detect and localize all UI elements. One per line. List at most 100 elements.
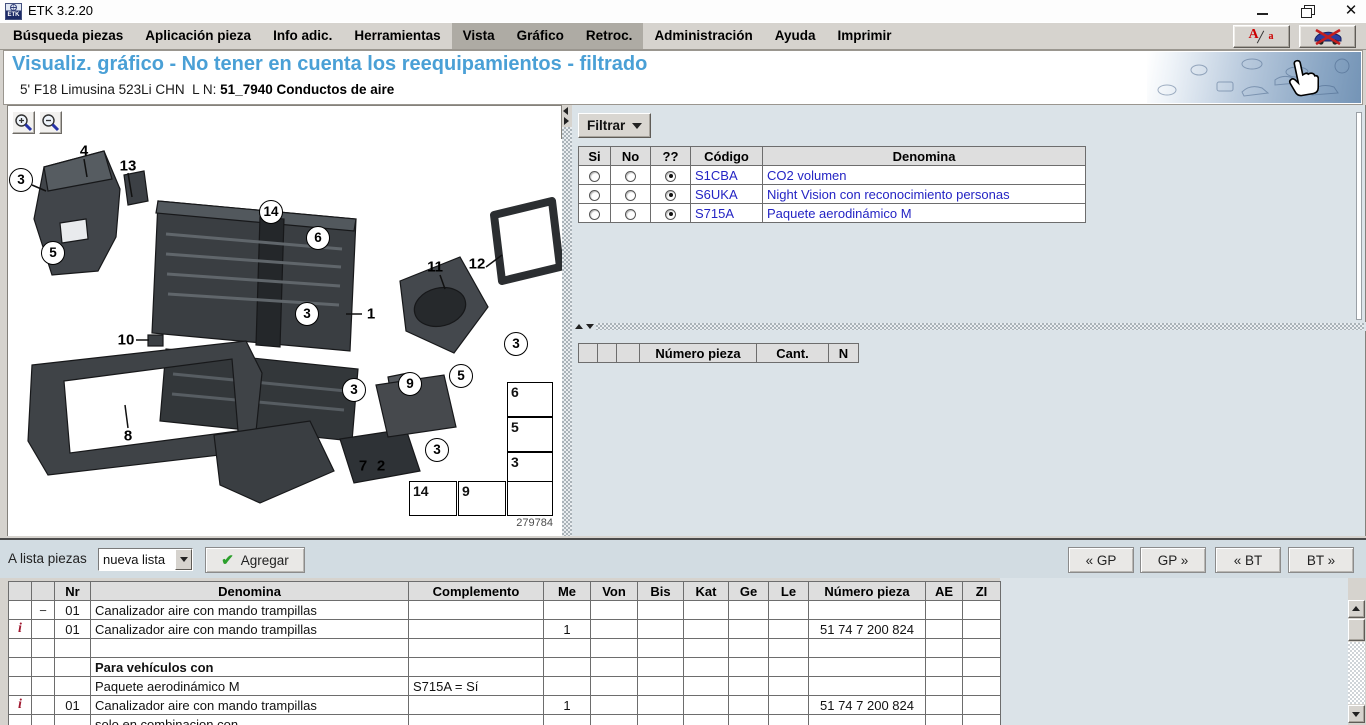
collapse-up-icon[interactable] xyxy=(574,322,585,331)
option-name[interactable]: CO2 volumen xyxy=(763,166,1086,185)
menu-item-administración[interactable]: Administración xyxy=(643,23,763,49)
radio-unknown-S6UKA[interactable] xyxy=(665,190,676,201)
fastener-box-5[interactable]: 5 xyxy=(507,417,553,452)
part-callout-3[interactable]: 3 xyxy=(425,438,449,462)
menu-item-retroc-[interactable]: Retroc. xyxy=(575,23,644,49)
menu-bar-items: Búsqueda piezasAplicación piezaInfo adic… xyxy=(2,23,902,49)
part-callout-5[interactable]: 5 xyxy=(449,364,473,388)
radio-no-S715A[interactable] xyxy=(625,209,636,220)
option-code[interactable]: S1CBA xyxy=(691,166,763,185)
parts-list-combo[interactable]: nueva lista xyxy=(98,548,193,571)
part-callout-11[interactable]: 11 xyxy=(427,259,443,276)
prev-gp-button[interactable]: « GP xyxy=(1068,547,1134,573)
collapse-right-icon[interactable] xyxy=(562,115,571,125)
vehicle-context: 5' F18 Limusina 523Li CHN L N: 51_7940 C… xyxy=(20,82,394,97)
list-toolbar: A lista piezas nueva lista ✔ Agregar « G… xyxy=(0,538,1366,578)
part-callout-1[interactable]: 1 xyxy=(367,306,375,323)
info-icon[interactable]: i xyxy=(9,620,32,639)
parts-row[interactable]: i01Canalizador aire con mando trampillas… xyxy=(9,696,1001,715)
scrollbar-thumb[interactable] xyxy=(1348,619,1365,641)
part-callout-3[interactable]: 3 xyxy=(342,378,366,402)
zoom-in-button[interactable] xyxy=(12,111,35,134)
scroll-up-button[interactable] xyxy=(1348,600,1365,618)
parts-diagram[interactable]: 341351461112131035938372 6 5 3 14 9 2797… xyxy=(8,139,562,536)
filter-scrollbar[interactable] xyxy=(1356,112,1362,320)
fastener-box-6[interactable]: 6 xyxy=(507,382,553,417)
cell-unknown xyxy=(651,204,691,223)
font-scale-button[interactable]: A a xyxy=(1233,25,1290,48)
mouse-hand-cursor xyxy=(1285,56,1319,98)
radio-si-S6UKA[interactable] xyxy=(589,190,600,201)
part-callout-14[interactable]: 14 xyxy=(259,200,283,224)
restore-button[interactable] xyxy=(1298,3,1316,19)
close-button[interactable]: ✕ xyxy=(1342,3,1360,19)
option-code[interactable]: S715A xyxy=(691,204,763,223)
parts-row[interactable]: i01Canalizador aire con mando trampillas… xyxy=(9,620,1001,639)
radio-no-S6UKA[interactable] xyxy=(625,190,636,201)
parts-table-scrollbar[interactable] xyxy=(1348,600,1365,723)
cell-denomina: Para vehículos con xyxy=(91,658,409,677)
part-callout-4[interactable]: 4 xyxy=(80,143,88,160)
radio-unknown-S715A[interactable] xyxy=(665,209,676,220)
part-callout-13[interactable]: 13 xyxy=(120,158,137,175)
menu-item-aplicación-pieza[interactable]: Aplicación pieza xyxy=(134,23,262,49)
option-name[interactable]: Night Vision con reconocimiento personas xyxy=(763,185,1086,204)
cell-kat xyxy=(684,601,729,620)
zoom-out-button[interactable] xyxy=(39,111,62,134)
filtrar-button[interactable]: Filtrar xyxy=(578,113,651,138)
part-callout-8[interactable]: 8 xyxy=(124,428,132,445)
radio-si-S1CBA[interactable] xyxy=(589,171,600,182)
next-bt-button[interactable]: BT » xyxy=(1288,547,1354,573)
collapse-down-icon[interactable] xyxy=(585,322,596,331)
col-blank-1 xyxy=(579,344,598,363)
fastener-box-9[interactable]: 9 xyxy=(458,481,506,516)
parts-row[interactable]: Paquete aerodinámico MS715A = Sí xyxy=(9,677,1001,696)
radio-no-S1CBA[interactable] xyxy=(625,171,636,182)
menu-item-info-adic-[interactable]: Info adic. xyxy=(262,23,343,49)
radio-si-S715A[interactable] xyxy=(589,209,600,220)
minimize-button[interactable] xyxy=(1254,3,1272,19)
menu-item-imprimir[interactable]: Imprimir xyxy=(826,23,902,49)
agregar-button[interactable]: ✔ Agregar xyxy=(205,547,305,573)
part-callout-12[interactable]: 12 xyxy=(469,256,486,273)
fastener-box-14[interactable]: 14 xyxy=(409,481,457,516)
part-callout-10[interactable]: 10 xyxy=(118,332,135,349)
parts-row[interactable]: −01Canalizador aire con mando trampillas xyxy=(9,601,1001,620)
part-callout-3[interactable]: 3 xyxy=(295,302,319,326)
menu-item-búsqueda-piezas[interactable]: Búsqueda piezas xyxy=(2,23,134,49)
zoom-out-icon xyxy=(40,112,61,133)
menu-item-ayuda[interactable]: Ayuda xyxy=(764,23,827,49)
part-callout-5[interactable]: 5 xyxy=(41,241,65,265)
menu-item-herramientas[interactable]: Herramientas xyxy=(343,23,451,49)
part-callout-3[interactable]: 3 xyxy=(9,168,33,192)
vertical-splitter[interactable] xyxy=(562,105,572,536)
part-callout-6[interactable]: 6 xyxy=(306,226,330,250)
parts-row[interactable] xyxy=(9,639,1001,658)
cell-me xyxy=(544,715,591,725)
main-group-label: 51_7940 Conductos de aire xyxy=(220,82,394,97)
part-callout-7[interactable]: 7 xyxy=(359,458,367,475)
info-icon[interactable]: i xyxy=(9,696,32,715)
radio-unknown-S1CBA[interactable] xyxy=(665,171,676,182)
collapse-toggle[interactable]: − xyxy=(32,601,55,620)
direction-arrow-box xyxy=(507,481,553,516)
hide-optional-parts-button[interactable] xyxy=(1299,25,1356,48)
next-gp-button[interactable]: GP » xyxy=(1140,547,1206,573)
menu-item-vista[interactable]: Vista xyxy=(452,23,506,49)
collapse-left-icon[interactable] xyxy=(562,105,571,115)
scroll-down-button[interactable] xyxy=(1348,705,1365,723)
horizontal-splitter[interactable] xyxy=(572,322,1366,331)
cell-me xyxy=(544,639,591,658)
part-callout-3[interactable]: 3 xyxy=(504,332,528,356)
part-callout-2[interactable]: 2 xyxy=(377,458,385,475)
menu-item-gráfico[interactable]: Gráfico xyxy=(506,23,575,49)
parts-row[interactable]: Para vehículos con xyxy=(9,658,1001,677)
prev-bt-button[interactable]: « BT xyxy=(1215,547,1281,573)
cell-kat xyxy=(684,620,729,639)
option-code[interactable]: S6UKA xyxy=(691,185,763,204)
combo-dropdown-button[interactable] xyxy=(175,549,192,570)
option-name[interactable]: Paquete aerodinámico M xyxy=(763,204,1086,223)
parts-row[interactable]: solo en combinacion con xyxy=(9,715,1001,725)
scrollbar-track[interactable] xyxy=(1348,642,1365,704)
part-callout-9[interactable]: 9 xyxy=(398,372,422,396)
